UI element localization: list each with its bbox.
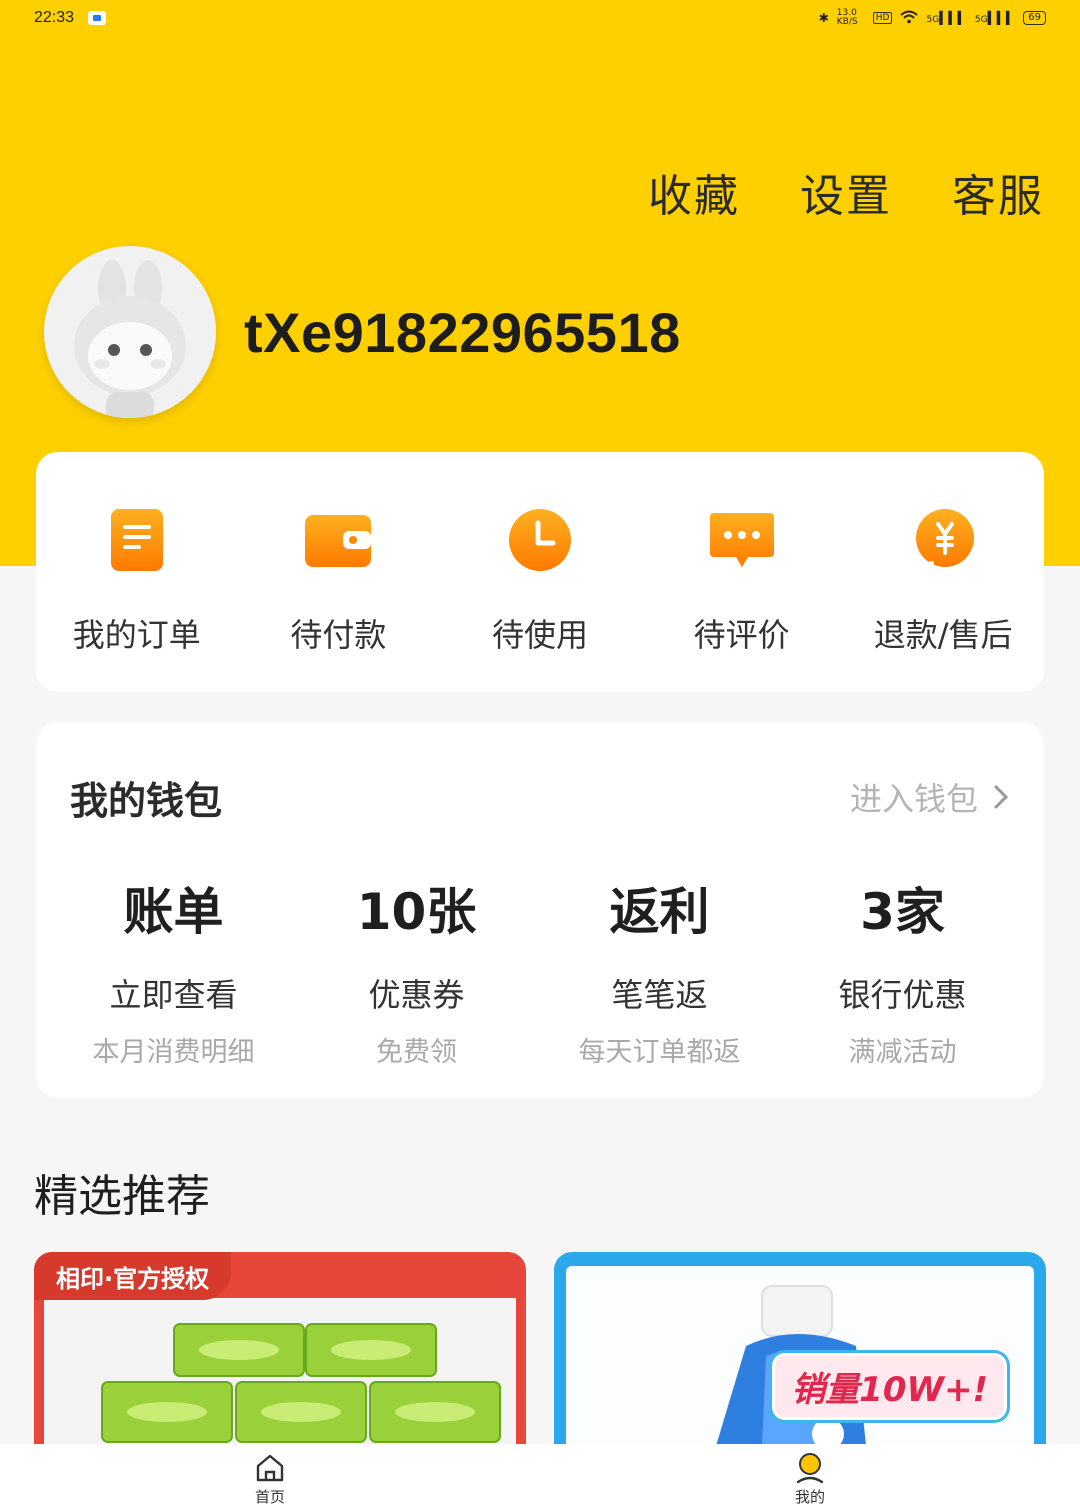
order-refund[interactable]: 退款/售后 (842, 452, 1044, 692)
order-to-use-label: 待使用 (491, 616, 588, 654)
tab-home[interactable]: 首页 (0, 1444, 540, 1512)
signal-2-label: 5G (974, 15, 988, 25)
wallet-bill-action: 立即查看 (109, 976, 238, 1014)
wallet-bank-title: 3家 (860, 883, 945, 941)
comment-icon (706, 504, 778, 576)
order-to-review-label: 待评价 (693, 616, 790, 654)
wallet-bank-action: 银行优惠 (838, 976, 967, 1014)
order-my-orders-label: 我的订单 (72, 616, 201, 654)
official-auth-badge: 相印·官方授权 (34, 1252, 232, 1300)
wallet-bill-title: 账单 (123, 883, 224, 941)
battery-icon: 69 (1023, 11, 1046, 25)
enter-wallet-label: 进入钱包 (849, 780, 978, 818)
wallet-bill[interactable]: 账单 立即查看 本月消费明细 (52, 872, 295, 1069)
signal-1: 5G▍▍▍ (926, 11, 967, 25)
favorites-button[interactable]: 收藏 (648, 160, 740, 224)
tissue-product-image (44, 1298, 516, 1446)
avatar[interactable] (44, 246, 216, 418)
order-pending-payment-label: 待付款 (290, 616, 387, 654)
sales-volume-tag: 销量10W+! (775, 1356, 1004, 1417)
customer-service-button[interactable]: 客服 (952, 160, 1044, 224)
wallet-coupons-title: 10张 (356, 883, 477, 941)
net-speed: 13.0 KB/S (836, 8, 858, 27)
recommend-title: 精选推荐 (34, 1171, 210, 1222)
wallet-icon (302, 504, 374, 576)
wallet-rebate-title: 返利 (609, 883, 710, 941)
wallet-bank-desc: 满减活动 (848, 1037, 957, 1068)
wallet-coupons-desc: 免费领 (376, 1037, 457, 1068)
refund-icon (907, 504, 979, 576)
order-my-orders[interactable]: 我的订单 (36, 452, 238, 692)
orders-card: 我的订单 待付款 待使用 待评价 退款/售后 (36, 452, 1044, 692)
wifi-icon (900, 10, 919, 27)
wallet-title: 我的钱包 (70, 779, 223, 823)
enter-wallet-link[interactable]: 进入钱包 (850, 774, 1008, 820)
wallet-rebate[interactable]: 返利 笔笔返 每天订单都返 (538, 872, 781, 1069)
bunny-avatar-icon (44, 246, 216, 418)
signal-1-label: 5G (926, 15, 940, 25)
product-card-tissue[interactable]: 相印·官方授权 (34, 1252, 526, 1446)
status-indicators: ✱ 13.0 KB/S HD 5G▍▍▍ 5G▍▍▍ 69 (819, 9, 1046, 27)
tab-mine-label: 我的 (794, 1488, 825, 1506)
header-actions: 收藏 设置 客服 (648, 160, 1044, 224)
bottom-tab-bar: 首页 我的 (0, 1444, 1080, 1512)
status-bar: 22:33 ✱ 13.0 KB/S HD 5G▍▍▍ 5G▍▍▍ 69 (0, 0, 1080, 36)
clock-icon (504, 504, 576, 576)
wallet-rebate-desc: 每天订单都返 (578, 1037, 741, 1068)
wallet-bill-desc: 本月消费明细 (92, 1037, 255, 1068)
status-time: 22:33 (34, 9, 75, 26)
wallet-card: 我的钱包 进入钱包 账单 立即查看 本月消费明细 10张 优惠券 免费领 返利 … (36, 722, 1044, 1098)
settings-button[interactable]: 设置 (800, 160, 892, 224)
wallet-coupons[interactable]: 10张 优惠券 免费领 (295, 872, 538, 1069)
wallet-columns: 账单 立即查看 本月消费明细 10张 优惠券 免费领 返利 笔笔返 每天订单都返… (36, 872, 1044, 1069)
detergent-product-image: 销量10W+! (566, 1266, 1034, 1446)
wallet-coupons-action: 优惠券 (368, 976, 465, 1014)
signal-2: 5G▍▍▍ (974, 11, 1016, 25)
tab-mine[interactable]: 我的 (540, 1444, 1080, 1512)
wallet-bank[interactable]: 3家 银行优惠 满减活动 (781, 872, 1024, 1069)
bluetooth-icon: ✱ (818, 11, 829, 25)
order-list-icon (101, 504, 173, 576)
order-refund-label: 退款/售后 (873, 616, 1013, 654)
user-icon (796, 1453, 824, 1484)
order-pending-payment[interactable]: 待付款 (238, 452, 440, 692)
username[interactable]: tXe91822965518 (244, 300, 681, 365)
notification-icon (88, 11, 107, 25)
wallet-rebate-action: 笔笔返 (611, 976, 708, 1014)
product-card-detergent[interactable]: 销量10W+! (554, 1252, 1046, 1446)
order-to-review[interactable]: 待评价 (641, 452, 843, 692)
home-icon (256, 1454, 284, 1482)
chevron-right-icon (994, 785, 1008, 809)
tab-home-label: 首页 (254, 1488, 285, 1506)
order-to-use[interactable]: 待使用 (439, 452, 641, 692)
hd-badge: HD (872, 12, 893, 24)
